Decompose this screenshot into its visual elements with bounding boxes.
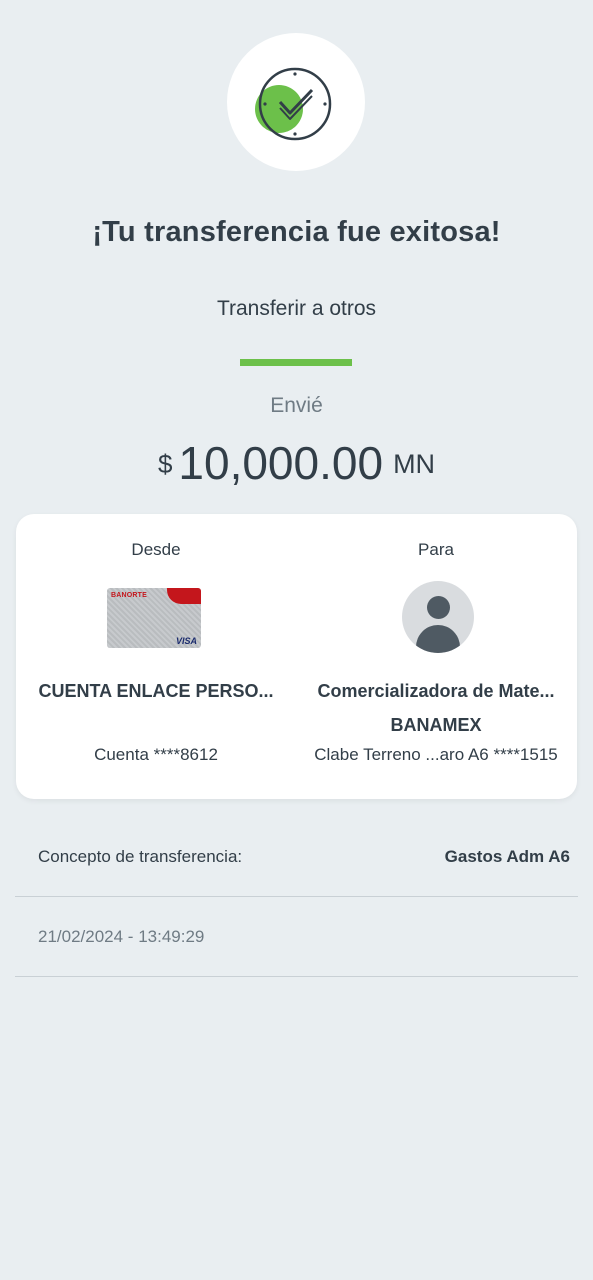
card-red-corner xyxy=(167,588,201,604)
user-avatar-icon xyxy=(402,581,474,653)
currency-symbol: $ xyxy=(157,449,173,479)
from-label: Desde xyxy=(131,540,181,559)
concept-value: Gastos Adm A6 xyxy=(444,847,570,866)
bank-card-image: BANORTE VISA xyxy=(107,588,201,648)
recipient-account-number: Clabe Terreno ...aro A6 ****1515 xyxy=(314,745,558,764)
transfer-datetime: 21/02/2024 - 13:49:29 xyxy=(38,927,205,946)
sent-label: Envié xyxy=(270,394,323,417)
recipient-bank: BANAMEX xyxy=(390,715,482,735)
success-badge xyxy=(227,33,365,171)
currency-code: MN xyxy=(393,449,436,479)
card-network-logo: VISA xyxy=(175,636,197,646)
to-label: Para xyxy=(418,540,454,559)
amount-value: 10,000.00 xyxy=(178,437,384,489)
from-account-number: Cuenta ****8612 xyxy=(94,745,218,764)
from-column: Desde BANORTE VISA CUENTA ENLACE PERSO..… xyxy=(16,514,296,799)
recipient-name: Comercializadora de Mate... xyxy=(317,681,555,701)
datetime-row: 21/02/2024 - 13:49:29 xyxy=(15,898,578,977)
to-column: Para Comercializadora de Mate... BANAMEX… xyxy=(296,514,576,799)
concept-row: Concepto de transferencia: Gastos Adm A6 xyxy=(15,820,578,897)
accent-divider xyxy=(240,359,352,366)
concept-label: Concepto de transferencia: xyxy=(38,847,243,866)
success-title: ¡Tu transferencia fue exitosa! xyxy=(92,216,501,248)
operation-type: Transferir a otros xyxy=(216,297,377,320)
check-clock-icon xyxy=(255,67,332,141)
amount-display: $10,000.00 MN xyxy=(0,436,593,490)
from-account-name: CUENTA ENLACE PERSO... xyxy=(38,681,274,701)
card-bank-brand: BANORTE xyxy=(111,592,148,599)
transfer-summary-card: Desde BANORTE VISA CUENTA ENLACE PERSO..… xyxy=(16,514,577,799)
